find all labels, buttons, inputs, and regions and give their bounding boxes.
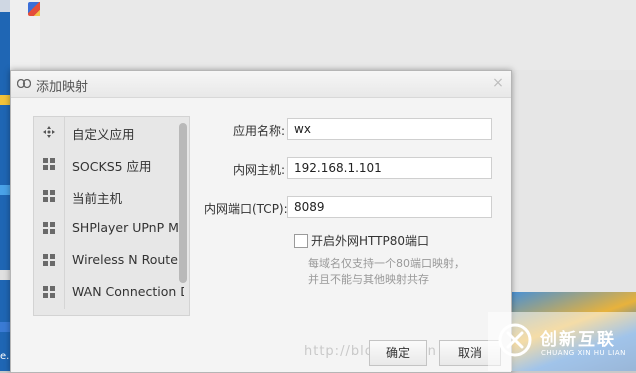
close-icon: ×: [492, 75, 504, 91]
desktop-icon[interactable]: [0, 270, 10, 280]
add-mapping-dialog: 添加映射 × 自定义应用 SOCKS5 应用 当前主机 SHPlayer UPn…: [10, 70, 512, 373]
port-label: 内网端口(TCP):: [204, 202, 288, 216]
move-icon: [43, 126, 55, 138]
list-item-shplayer[interactable]: SHPlayer UPnP Me: [34, 213, 189, 245]
dialog-titlebar[interactable]: 添加映射 ×: [11, 71, 511, 98]
hint-text: 并且不能与其他映射共存: [308, 273, 429, 286]
desktop-left-edge: e.: [0, 0, 10, 371]
app-name-label: 应用名称:: [233, 124, 286, 138]
http80-label[interactable]: 开启外网HTTP80端口: [311, 232, 429, 249]
mapping-type-list[interactable]: 自定义应用 SOCKS5 应用 当前主机 SHPlayer UPnP Me Wi…: [33, 116, 190, 316]
background-panel: [40, 0, 636, 70]
list-item-label: SHPlayer UPnP Me: [72, 220, 184, 235]
list-item-wireless-router[interactable]: Wireless N Router: [34, 245, 189, 277]
close-button[interactable]: ×: [489, 74, 507, 92]
list-item-custom-app[interactable]: 自定义应用: [34, 117, 189, 149]
ok-button[interactable]: 确定: [369, 340, 427, 366]
dialog-title: 添加映射: [36, 80, 89, 95]
desktop-icon[interactable]: [0, 322, 10, 332]
background-window: [10, 0, 42, 70]
list-item-label: SOCKS5 应用: [72, 159, 152, 174]
link-icon: [17, 79, 31, 88]
list-item-label: Wireless N Router: [72, 252, 184, 267]
desktop-icon[interactable]: [0, 185, 10, 195]
list-item-label: 当前主机: [72, 191, 123, 206]
desktop-label: e.: [0, 351, 10, 362]
desktop-icon[interactable]: [0, 95, 10, 105]
app-name-input[interactable]: wx: [287, 118, 492, 140]
http80-checkbox[interactable]: [294, 234, 308, 248]
list-scrollbar[interactable]: [179, 123, 187, 283]
port-input[interactable]: 8089: [287, 196, 492, 218]
host-input[interactable]: 192.168.1.101: [287, 157, 492, 179]
list-item-current-host[interactable]: 当前主机: [34, 181, 189, 213]
list-item-label: WAN Connection D: [72, 284, 184, 299]
grid-icon: [43, 254, 55, 266]
grid-icon: [43, 222, 55, 234]
grid-icon: [43, 190, 55, 202]
list-item-label: 自定义应用: [72, 127, 135, 142]
list-item-socks5[interactable]: SOCKS5 应用: [34, 149, 189, 181]
brand-logo: 创新互联 CHUANG XIN HU LIAN: [488, 312, 636, 371]
list-item-wan-connection[interactable]: WAN Connection D: [34, 277, 189, 309]
brand-mark-icon: [498, 323, 532, 357]
grid-icon: [43, 286, 55, 298]
host-label: 内网主机:: [233, 163, 286, 177]
brand-name: 创新互联: [540, 330, 616, 350]
brand-subtitle: CHUANG XIN HU LIAN: [541, 349, 626, 357]
hint-text: 每域名仅支持一个80端口映射，: [308, 257, 465, 270]
grid-icon: [43, 158, 55, 170]
